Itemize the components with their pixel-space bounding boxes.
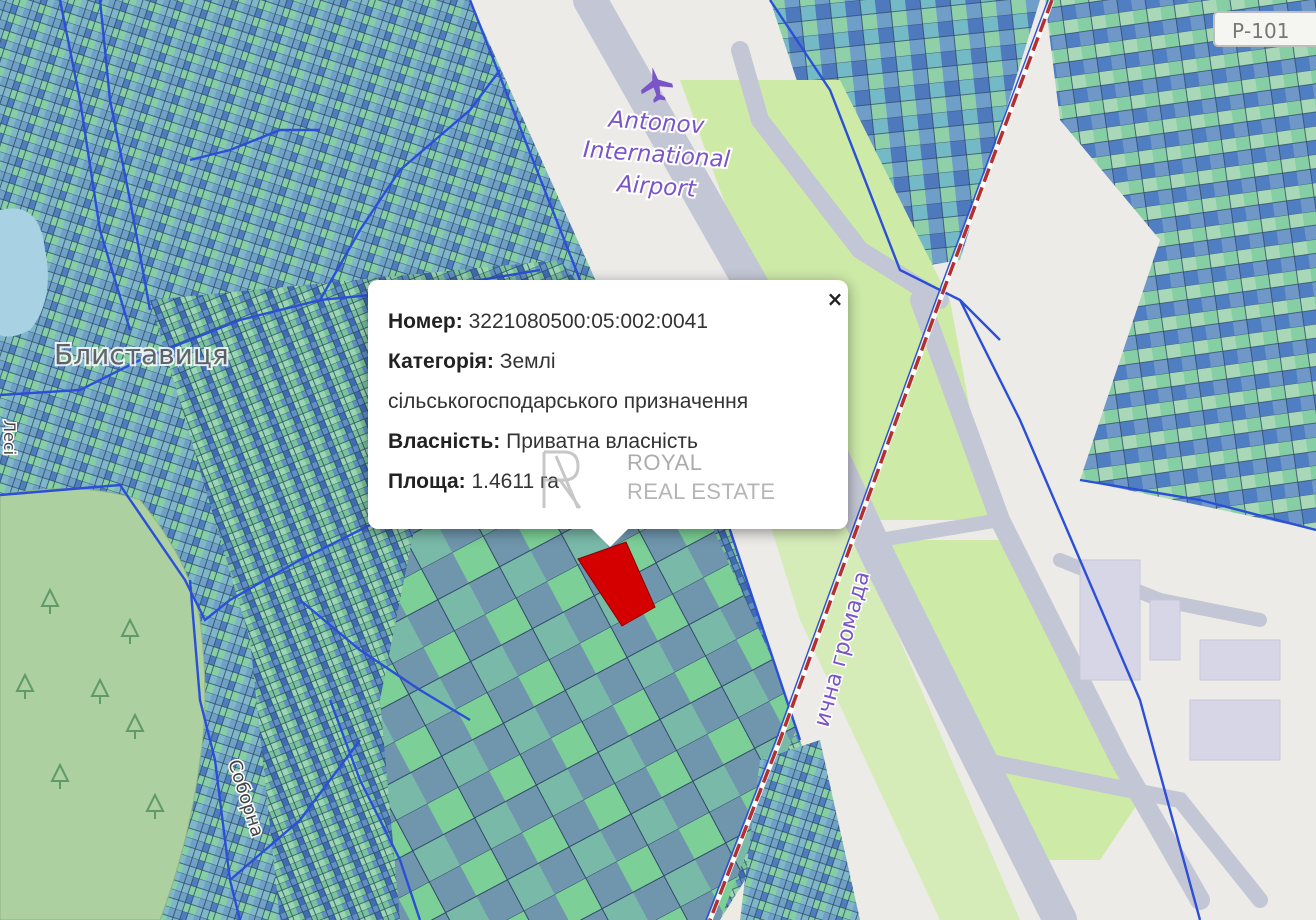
street-label-right: Лесі xyxy=(0,420,19,455)
forest-area xyxy=(0,488,206,920)
parcel-area-label: Площа: xyxy=(388,470,466,493)
close-button[interactable]: × xyxy=(824,286,846,312)
parcel-category-row-cont: сільськогосподарського призначення xyxy=(388,382,828,422)
parcel-number-row: Номер: 3221080500:05:002:0041 xyxy=(388,302,828,342)
parcel-area-row: Площа: 1.4611 га xyxy=(388,462,828,502)
parcel-category-row: Категорія: Землі xyxy=(388,342,828,382)
village-label: Блиставиця xyxy=(54,338,229,371)
parcel-number-value: 3221080500:05:002:0041 xyxy=(468,310,709,333)
parcel-category-value-line2: сільськогосподарського призначення xyxy=(388,390,749,413)
parcel-ownership-label: Власність: xyxy=(388,430,501,453)
parcel-ownership-row: Власність: Приватна власність xyxy=(388,422,828,462)
route-label: Р-101 xyxy=(1232,19,1289,43)
parcel-ownership-value: Приватна власність xyxy=(506,430,698,453)
route-shield: Р-101 xyxy=(1213,11,1316,47)
parcel-info-popup: × Номер: 3221080500:05:002:0041 Категорі… xyxy=(368,280,848,547)
parcel-category-value-line1: Землі xyxy=(499,350,556,373)
parcel-area-value: 1.4611 га xyxy=(471,470,559,493)
parcel-category-label: Категорія: xyxy=(388,350,494,373)
parcel-number-label: Номер: xyxy=(388,310,463,333)
